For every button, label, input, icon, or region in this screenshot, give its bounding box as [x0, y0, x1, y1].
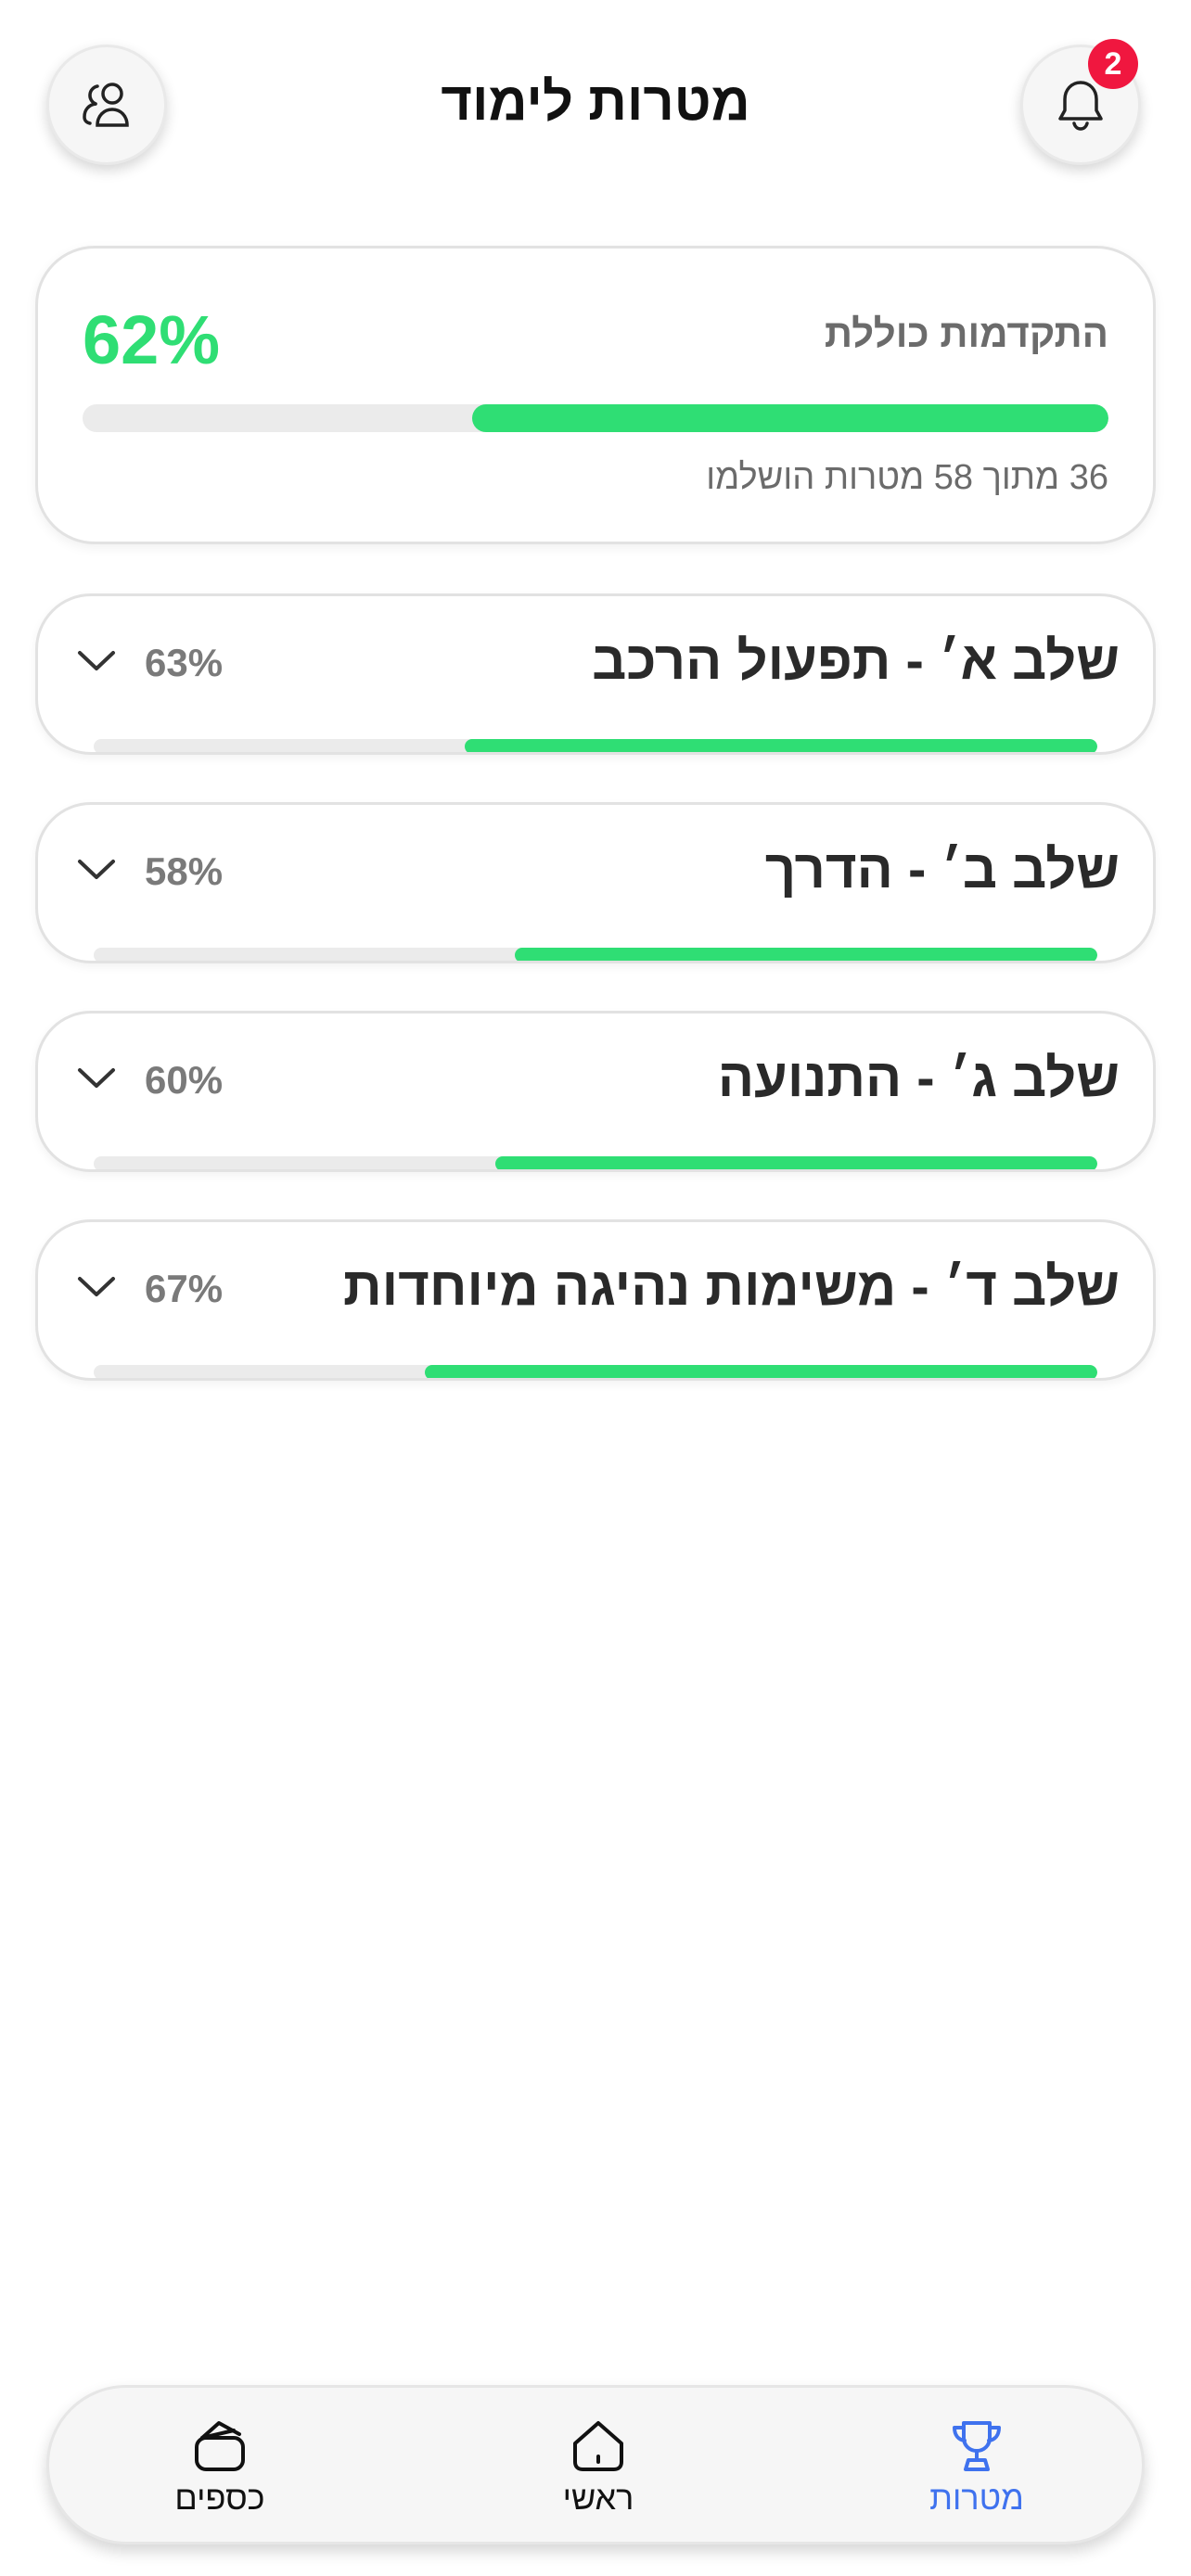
stage-progress-fill — [425, 1365, 1097, 1378]
trophy-icon — [953, 2421, 1001, 2471]
tab-finances-label: כספים — [174, 2479, 265, 2517]
overall-progress-summary: 36 מתוך 58 מטרות הושלמו — [706, 458, 1108, 497]
stage-card-2[interactable]: שלב ב׳ - הדרך 58% — [35, 802, 1156, 963]
chevron-down-icon[interactable] — [75, 1272, 118, 1300]
bottom-tab-bar: מטרות ראשי כספים — [46, 2385, 1145, 2544]
stage-card-3[interactable]: שלב ג׳ - התנועה 60% — [35, 1011, 1156, 1172]
stage-title: שלב ב׳ - הדרך — [764, 839, 1120, 899]
stage-percent: 67% — [145, 1267, 224, 1310]
stage-progress-bar — [94, 948, 1097, 961]
stage-progress-bar — [94, 739, 1097, 752]
stage-progress-fill — [515, 948, 1097, 961]
stage-card-4[interactable]: שלב ד׳ - משימות נהיגה מיוחדות 67% — [35, 1219, 1156, 1381]
tab-home[interactable]: ראשי — [478, 2388, 719, 2547]
home-icon — [573, 2421, 623, 2471]
stage-percent: 63% — [145, 641, 224, 684]
page-title: מטרות לימוד — [441, 71, 750, 132]
stage-title: שלב א׳ - תפעול הרכב — [592, 631, 1120, 691]
stage-percent: 60% — [145, 1058, 224, 1102]
overall-progress-percent: 62% — [83, 301, 221, 378]
tab-goals-label: מטרות — [929, 2479, 1024, 2517]
stage-title: שלב ד׳ - משימות נהיגה מיוחדות — [343, 1256, 1120, 1317]
stage-progress-bar — [94, 1156, 1097, 1169]
notification-badge: 2 — [1088, 39, 1138, 89]
stage-title: שלב ג׳ - התנועה — [717, 1048, 1120, 1108]
header: מטרות לימוד 2 — [0, 0, 1191, 213]
tab-goals[interactable]: מטרות — [856, 2388, 1097, 2547]
overall-progress-bar — [83, 404, 1108, 432]
stage-progress-fill — [465, 739, 1097, 752]
stage-card-1[interactable]: שלב א׳ - תפעול הרכב 63% — [35, 593, 1156, 755]
overall-progress-card: התקדמות כוללת 62% 36 מתוך 58 מטרות הושלמ… — [35, 246, 1156, 544]
stage-progress-fill — [494, 1156, 1097, 1169]
wallet-icon — [195, 2421, 245, 2471]
chevron-down-icon[interactable] — [75, 646, 118, 674]
chevron-down-icon[interactable] — [75, 855, 118, 883]
overall-progress-label: התקדמות כוללת — [824, 312, 1108, 355]
chevron-down-icon[interactable] — [75, 1064, 118, 1091]
tab-finances[interactable]: כספים — [99, 2388, 340, 2547]
stage-percent: 58% — [145, 849, 224, 893]
tab-home-label: ראשי — [562, 2479, 634, 2517]
stage-progress-bar — [94, 1365, 1097, 1378]
overall-progress-fill — [472, 404, 1108, 432]
